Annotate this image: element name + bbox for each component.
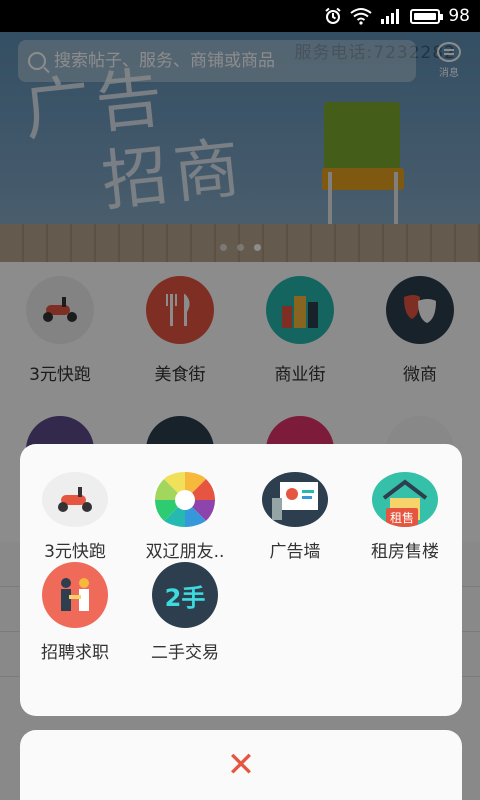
sheet-item-jobs[interactable]: 招聘求职 — [20, 562, 130, 682]
second-hand-badge: 2手 — [164, 583, 206, 612]
battery-icon — [410, 8, 444, 24]
wifi-icon — [350, 8, 372, 25]
more-services-sheet: 3元快跑 双辽朋友.. 广告墙 租售 租房售楼 招聘求职 2手 二手交易 — [20, 444, 462, 716]
handshake-icon — [42, 562, 108, 628]
alarm-icon — [325, 7, 341, 24]
signal-icon — [381, 9, 400, 24]
close-button[interactable]: ✕ — [20, 730, 462, 800]
sheet-row: 3元快跑 双辽朋友.. 广告墙 租售 租房售楼 — [20, 444, 462, 562]
sheet-item-label: 二手交易 — [151, 643, 219, 663]
rent-badge: 租售 — [386, 508, 419, 527]
sheet-item-label: 招聘求职 — [41, 643, 109, 663]
close-icon: ✕ — [226, 745, 256, 785]
sheet-item-label: 双辽朋友.. — [145, 542, 225, 562]
sheet-item-rent[interactable]: 租售 租房售楼 — [350, 472, 460, 562]
sheet-item-secondhand[interactable]: 2手 二手交易 — [130, 562, 240, 682]
second-hand-icon: 2手 — [152, 562, 218, 628]
battery-percent: 98 — [448, 6, 470, 26]
status-icons: 98 — [324, 0, 470, 32]
aperture-icon — [152, 472, 218, 527]
sheet-item-adwall[interactable]: 广告墙 — [240, 472, 350, 562]
sheet-item-label: 3元快跑 — [44, 542, 106, 562]
scooter-icon — [42, 472, 108, 527]
sheet-row: 招聘求职 2手 二手交易 — [20, 562, 462, 682]
sheet-item-label: 广告墙 — [269, 542, 321, 562]
sheet-item-friends[interactable]: 双辽朋友.. — [130, 472, 240, 562]
house-rent-icon: 租售 — [372, 472, 438, 527]
sheet-item-label: 租房售楼 — [371, 542, 439, 562]
status-bar: 98 — [0, 0, 480, 32]
presentation-icon — [262, 472, 328, 527]
sheet-item-kuaipao[interactable]: 3元快跑 — [20, 472, 130, 562]
